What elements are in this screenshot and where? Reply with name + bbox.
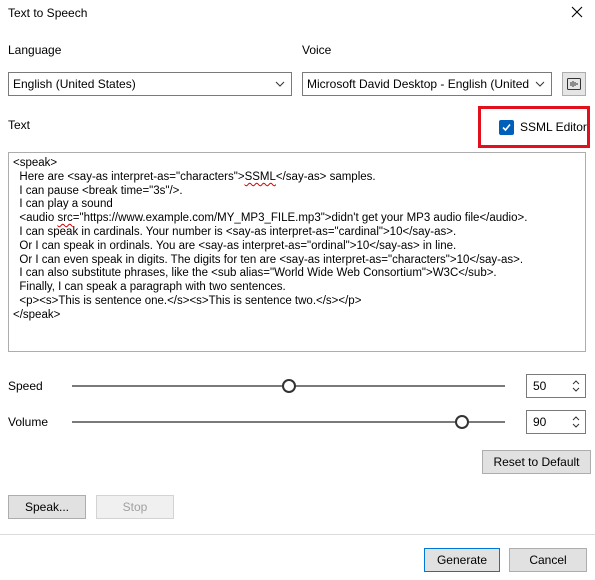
speak-button[interactable]: Speak... [8, 495, 86, 519]
cancel-button[interactable]: Cancel [509, 548, 587, 572]
chevron-up-icon[interactable] [571, 378, 581, 386]
text-input-area[interactable]: <speak> Here are <say-as interpret-as="c… [8, 152, 586, 352]
audio-settings-icon [567, 78, 581, 90]
text-line: <p><s>This is sentence one.</s><s>This i… [13, 294, 362, 307]
text-line: Finally, I can speak a paragraph with tw… [13, 281, 286, 294]
chevron-up-icon[interactable] [571, 414, 581, 422]
voice-settings-button[interactable] [562, 72, 586, 96]
close-button[interactable] [567, 2, 587, 22]
ssml-editor-label[interactable]: SSML Editor [520, 120, 587, 134]
text-line: I can pause <break time="3s"/>. [13, 184, 183, 197]
voice-label: Voice [302, 43, 332, 57]
text-line: I can play a sound [13, 198, 113, 211]
close-icon [571, 6, 583, 18]
text-line-part: <audio [13, 212, 58, 225]
spellcheck-word: SSML [244, 170, 276, 183]
text-line-part: </say-as> samples. [275, 170, 376, 183]
volume-spinbox[interactable]: 90 [526, 410, 586, 434]
reset-to-default-button[interactable]: Reset to Default [482, 450, 591, 474]
text-line: <speak> [13, 157, 58, 169]
volume-value: 90 [533, 415, 547, 429]
speed-spin-arrows [569, 378, 583, 394]
stop-button[interactable]: Stop [96, 495, 174, 519]
generate-button[interactable]: Generate [424, 548, 500, 572]
chevron-down-icon[interactable] [571, 422, 581, 430]
text-line: <audio src="https://www.example.com/MY_M… [13, 212, 581, 226]
speed-spinbox[interactable]: 50 [526, 374, 586, 398]
text-line: I can speak in cardinals. Your number is… [13, 225, 457, 238]
text-line: </speak> [13, 308, 61, 321]
volume-slider-track[interactable] [72, 421, 505, 423]
window-title: Text to Speech [8, 6, 88, 20]
speed-value: 50 [533, 379, 547, 393]
chevron-down-icon[interactable] [571, 386, 581, 394]
chevron-down-icon [275, 81, 285, 87]
ssml-editor-checkbox[interactable] [499, 119, 514, 135]
language-label: Language [8, 43, 62, 57]
chevron-down-icon [535, 81, 545, 87]
voice-selected-value: Microsoft David Desktop - English (Unite… [307, 77, 529, 91]
speed-label: Speed [8, 379, 43, 393]
spellcheck-word: src [57, 212, 73, 225]
text-line-part: ="https://www.example.com/MY_MP3_FILE.mp… [72, 212, 528, 225]
ssml-editor-highlight: SSML Editor [478, 106, 590, 148]
checkmark-icon [502, 123, 511, 131]
text-line: Or I can even speak in digits. The digit… [13, 253, 524, 266]
speed-slider-thumb[interactable] [281, 379, 296, 393]
language-dropdown[interactable]: English (United States) [8, 72, 292, 96]
volume-spin-arrows [569, 414, 583, 430]
volume-slider-thumb[interactable] [454, 415, 469, 429]
text-line: Or I can speak in ordinals. You are <say… [13, 239, 457, 252]
language-selected-value: English (United States) [13, 77, 136, 91]
text-label: Text [8, 118, 31, 132]
text-line: Here are <say-as interpret-as="character… [13, 171, 581, 185]
footer-divider [0, 534, 595, 535]
text-line-part: Here are <say-as interpret-as="character… [13, 170, 245, 183]
volume-label: Volume [8, 415, 49, 429]
voice-dropdown[interactable]: Microsoft David Desktop - English (Unite… [302, 72, 552, 96]
text-line: I can also substitute phrases, like the … [13, 267, 497, 280]
